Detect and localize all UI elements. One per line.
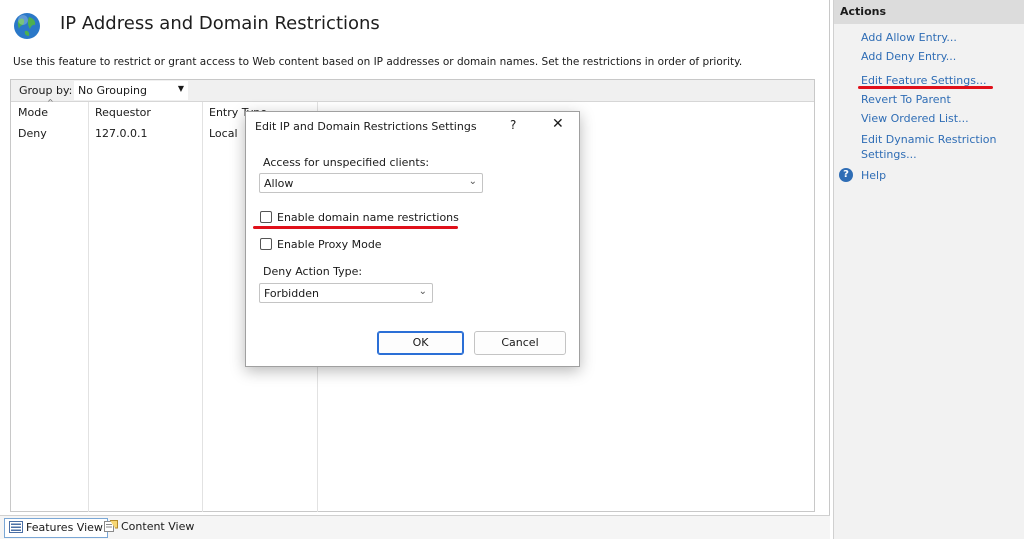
features-view-tab[interactable]: Features View xyxy=(4,518,108,538)
sort-ascending-icon: ^ xyxy=(47,98,54,107)
edit-dynamic-restriction-link[interactable]: Edit Dynamic Restriction xyxy=(861,133,996,146)
content-view-tab[interactable]: Content View xyxy=(100,518,198,538)
enable-domain-row[interactable]: Enable domain name restrictions xyxy=(260,211,459,224)
group-by-select[interactable]: No Grouping ▼ xyxy=(74,81,188,100)
revert-to-parent-link[interactable]: Revert To Parent xyxy=(861,93,951,106)
chevron-down-icon: ⌄ xyxy=(468,176,477,187)
actions-pane: Actions Add Allow Entry... Add Deny Entr… xyxy=(833,0,1024,539)
help-icon: ? xyxy=(839,168,853,182)
edit-dynamic-restriction-link-cont[interactable]: Settings... xyxy=(861,148,917,161)
page-description: Use this feature to restrict or grant ac… xyxy=(13,56,743,68)
enable-domain-checkbox[interactable] xyxy=(260,211,272,223)
column-divider xyxy=(202,102,203,512)
group-by-value: No Grouping xyxy=(78,84,147,97)
cell-mode: Deny xyxy=(18,127,47,140)
deny-action-value: Forbidden xyxy=(264,287,319,300)
column-header-mode[interactable]: Mode xyxy=(18,106,48,119)
access-value: Allow xyxy=(264,177,294,190)
deny-action-label: Deny Action Type: xyxy=(263,265,363,278)
features-view-label: Features View xyxy=(26,521,103,534)
enable-domain-label: Enable domain name restrictions xyxy=(277,211,459,224)
enable-proxy-row[interactable]: Enable Proxy Mode xyxy=(260,238,382,251)
view-switcher: Features View Content View xyxy=(0,515,830,539)
dialog-help-button[interactable]: ? xyxy=(510,118,516,132)
add-allow-entry-link[interactable]: Add Allow Entry... xyxy=(861,31,957,44)
content-view-icon xyxy=(104,520,118,532)
help-link[interactable]: Help xyxy=(861,169,886,182)
group-by-bar: Group by: No Grouping ▼ xyxy=(11,80,814,102)
globe-icon xyxy=(14,13,40,39)
cell-entry-type: Local xyxy=(209,127,238,140)
access-label: Access for unspecified clients: xyxy=(263,156,430,169)
highlight-underline xyxy=(858,86,993,89)
deny-action-select[interactable]: Forbidden ⌄ xyxy=(259,283,433,303)
access-select[interactable]: Allow ⌄ xyxy=(259,173,483,193)
dialog-title: Edit IP and Domain Restrictions Settings xyxy=(255,120,477,133)
column-divider xyxy=(88,102,89,512)
cell-requestor: 127.0.0.1 xyxy=(95,127,148,140)
enable-proxy-label: Enable Proxy Mode xyxy=(277,238,382,251)
group-by-label: Group by: xyxy=(19,84,73,97)
add-deny-entry-link[interactable]: Add Deny Entry... xyxy=(861,50,956,63)
features-view-icon xyxy=(9,521,23,533)
actions-header: Actions xyxy=(834,0,1024,24)
view-ordered-list-link[interactable]: View Ordered List... xyxy=(861,112,969,125)
dialog-close-button[interactable]: ✕ xyxy=(552,116,564,132)
edit-settings-dialog: Edit IP and Domain Restrictions Settings… xyxy=(245,111,580,367)
cancel-button[interactable]: Cancel xyxy=(474,331,566,355)
page-title: IP Address and Domain Restrictions xyxy=(60,13,380,34)
enable-proxy-checkbox[interactable] xyxy=(260,238,272,250)
dropdown-arrow-icon: ▼ xyxy=(177,84,184,93)
highlight-underline xyxy=(253,226,458,229)
ok-button[interactable]: OK xyxy=(377,331,464,355)
column-header-requestor[interactable]: Requestor xyxy=(95,106,151,119)
chevron-down-icon: ⌄ xyxy=(418,286,427,297)
content-view-label: Content View xyxy=(121,520,195,533)
